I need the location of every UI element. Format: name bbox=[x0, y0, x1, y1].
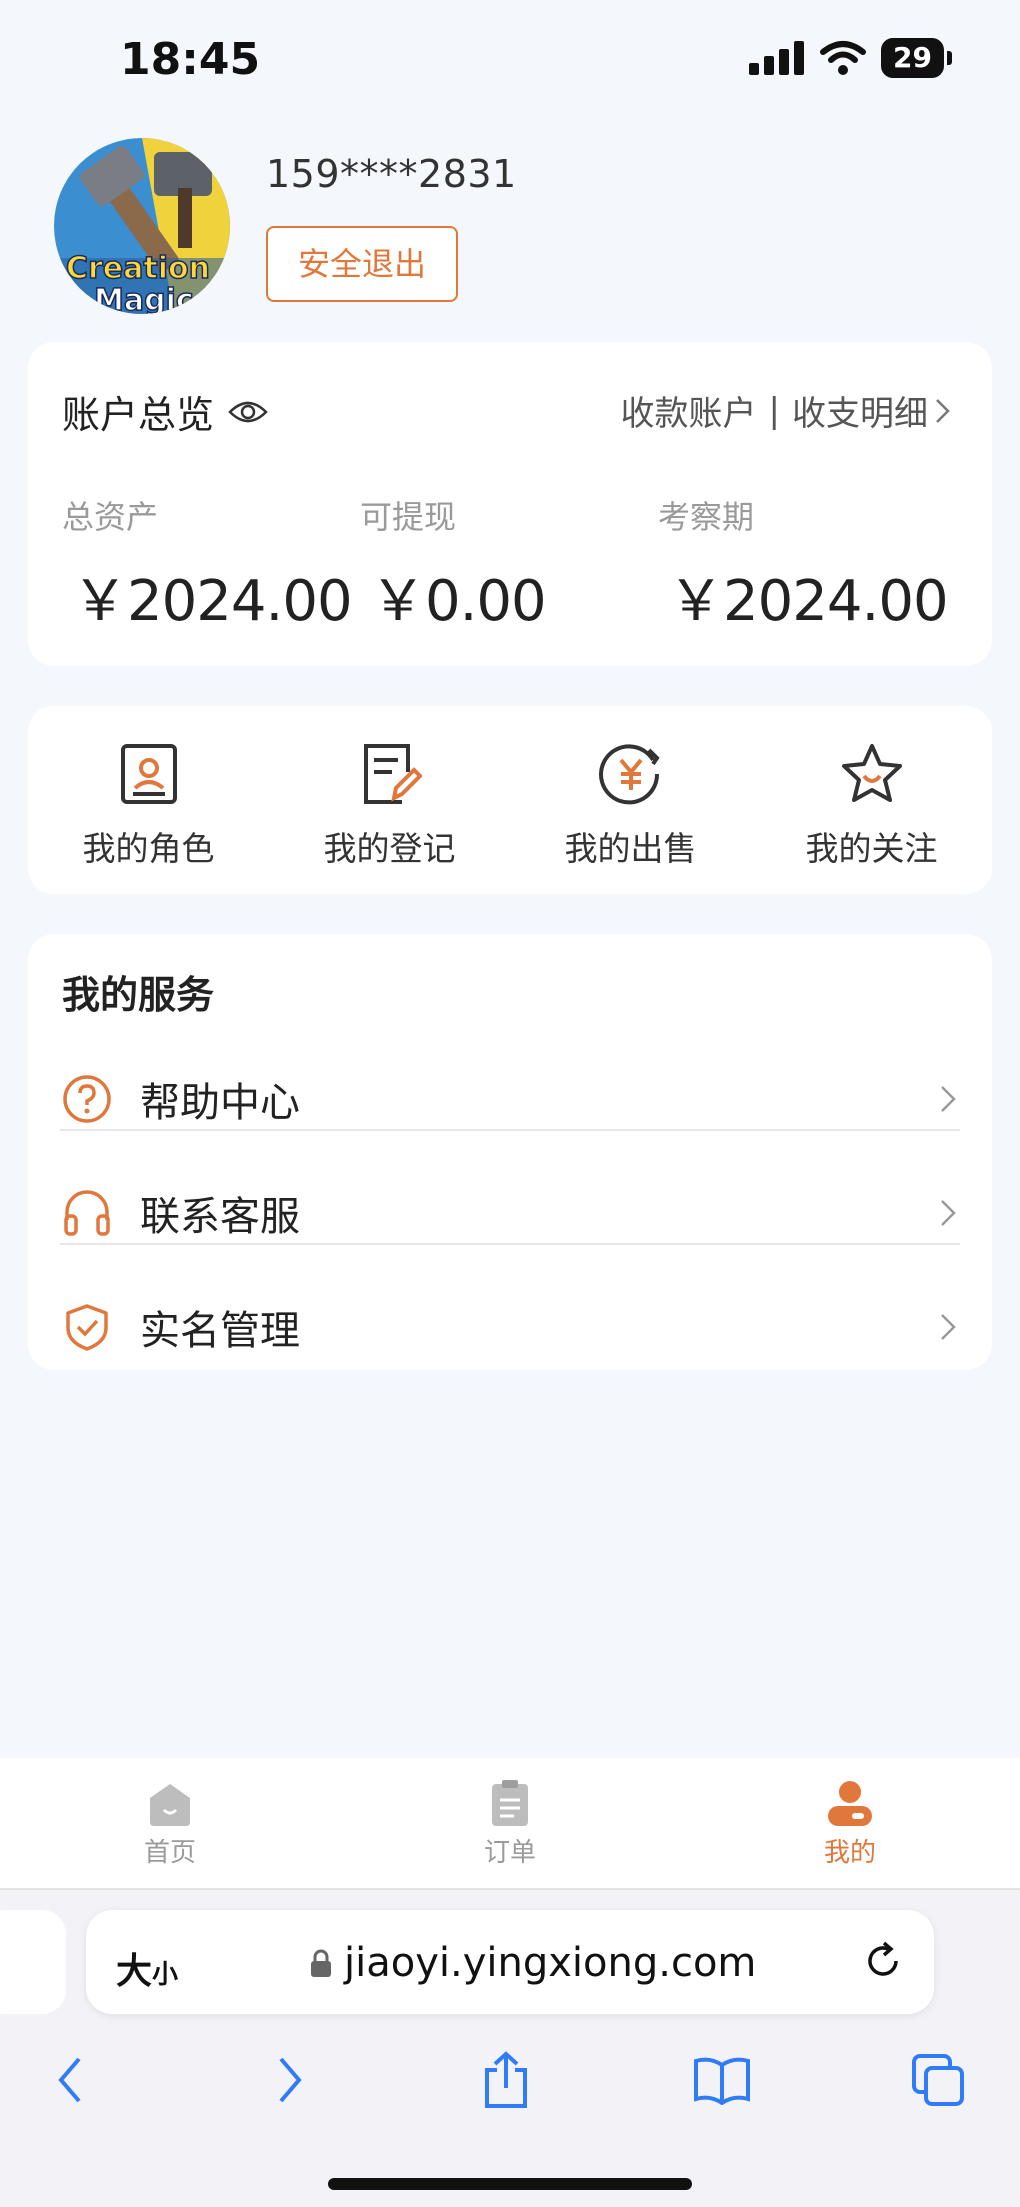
details-link[interactable]: 收支明细 bbox=[792, 386, 928, 435]
text-size-button[interactable]: 大小 bbox=[116, 1942, 178, 1994]
svg-text:Creation: Creation bbox=[66, 251, 210, 286]
account-overview-title: 账户总览 bbox=[62, 384, 268, 439]
receive-account-link[interactable]: 收款账户 bbox=[621, 386, 757, 435]
profile-header: Creation Magic 159****2831 安全退出 bbox=[54, 138, 974, 318]
status-time: 18:45 bbox=[120, 34, 261, 85]
text-size-big: 大 bbox=[116, 1951, 153, 1992]
status-bar: 18:45 29 bbox=[0, 0, 1020, 120]
home-indicator bbox=[328, 2178, 692, 2190]
forward-button[interactable] bbox=[250, 2040, 330, 2120]
profile-icon bbox=[828, 1781, 872, 1826]
browser-chrome: 大小 jiaoyi.yingxiong.com bbox=[0, 1890, 1020, 2207]
account-overview-label: 账户总览 bbox=[62, 393, 215, 437]
divider bbox=[60, 1129, 960, 1131]
tab-orders[interactable]: 订单 bbox=[340, 1758, 680, 1888]
tabs-icon bbox=[912, 2054, 964, 2106]
chevron-right-icon bbox=[279, 2057, 302, 2103]
total-assets-value: ￥2024.00 bbox=[72, 569, 353, 634]
chevron-right-icon bbox=[941, 1086, 956, 1112]
logout-button[interactable]: 安全退出 bbox=[266, 226, 458, 302]
book-icon bbox=[694, 2057, 750, 2105]
tab-label: 我的 bbox=[823, 1838, 876, 1868]
withdrawable: 可提现 ￥0.00 bbox=[360, 492, 547, 637]
status-icons: 29 bbox=[749, 38, 952, 78]
headset-icon bbox=[64, 1190, 110, 1236]
service-label: 实名管理 bbox=[140, 1308, 300, 1354]
url-display[interactable]: jiaoyi.yingxiong.com bbox=[310, 1940, 756, 1986]
text-size-small: 小 bbox=[152, 1960, 179, 1990]
link-separator: | bbox=[768, 390, 780, 431]
lock-icon bbox=[311, 1949, 331, 1977]
address-bar[interactable]: 大小 jiaoyi.yingxiong.com bbox=[86, 1910, 934, 2014]
previous-tab-preview[interactable] bbox=[0, 1910, 66, 2014]
tab-label: 首页 bbox=[143, 1838, 196, 1868]
review-period-value: ￥2024.00 bbox=[668, 569, 949, 634]
tab-profile[interactable]: 我的 bbox=[680, 1758, 1020, 1888]
review-period: 考察期 ￥2024.00 bbox=[658, 492, 949, 637]
url-text: jiaoyi.yingxiong.com bbox=[344, 1940, 757, 1986]
share-button[interactable] bbox=[466, 2040, 546, 2120]
service-contact-support[interactable]: 联系客服 bbox=[60, 1156, 960, 1270]
quick-item-register[interactable]: 我的登记 bbox=[269, 706, 510, 894]
quick-item-label: 我的出售 bbox=[564, 829, 697, 868]
account-overview-card: 账户总览 收款账户 | 收支明细 总资产 ￥2024.00 可提现 ￥0.00 … bbox=[28, 342, 992, 666]
withdrawable-label: 可提现 bbox=[360, 498, 457, 536]
quick-item-sale[interactable]: 我的出售 bbox=[510, 706, 751, 894]
services-title: 我的服务 bbox=[62, 973, 215, 1017]
services-card: 我的服务 帮助中心 联系客服 实名管理 bbox=[28, 934, 992, 1370]
shield-check-icon bbox=[66, 1304, 108, 1351]
service-label: 帮助中心 bbox=[140, 1080, 300, 1126]
eye-icon[interactable] bbox=[228, 398, 268, 426]
home-icon bbox=[150, 1784, 190, 1826]
cellular-signal-icon bbox=[749, 41, 805, 75]
quick-item-label: 我的登记 bbox=[323, 829, 456, 868]
wifi-icon bbox=[820, 41, 867, 75]
browser-toolbar bbox=[0, 2040, 1020, 2140]
tabs-button[interactable] bbox=[898, 2040, 978, 2120]
bottom-tab-bar: 首页 订单 我的 bbox=[0, 1758, 1020, 1890]
service-help-center[interactable]: 帮助中心 bbox=[60, 1042, 960, 1156]
service-real-name[interactable]: 实名管理 bbox=[60, 1270, 960, 1384]
divider bbox=[60, 1243, 960, 1245]
quick-item-role[interactable]: 我的角色 bbox=[28, 706, 269, 894]
role-icon bbox=[120, 744, 177, 804]
phone-number: 159****2831 bbox=[266, 152, 517, 196]
total-assets: 总资产 ￥2024.00 bbox=[62, 492, 353, 637]
favorite-star-icon bbox=[841, 744, 902, 802]
tab-label: 订单 bbox=[483, 1838, 536, 1868]
battery-indicator: 29 bbox=[881, 38, 952, 78]
withdrawable-value: ￥0.00 bbox=[370, 569, 547, 634]
quick-item-favorite[interactable]: 我的关注 bbox=[751, 706, 992, 894]
avatar[interactable]: Creation Magic bbox=[54, 138, 230, 314]
quick-item-label: 我的角色 bbox=[82, 829, 215, 868]
orders-icon bbox=[492, 1780, 528, 1826]
quick-actions-card: 我的角色 我的登记 我的出售 我的关注 bbox=[28, 706, 992, 894]
chevron-right-icon bbox=[936, 398, 950, 423]
share-icon bbox=[485, 2051, 527, 2108]
sale-icon bbox=[598, 744, 660, 805]
tab-home[interactable]: 首页 bbox=[0, 1758, 340, 1888]
quick-item-label: 我的关注 bbox=[805, 829, 938, 868]
register-icon bbox=[363, 744, 422, 804]
back-button[interactable] bbox=[30, 2040, 110, 2120]
total-assets-label: 总资产 bbox=[62, 498, 159, 536]
service-label: 联系客服 bbox=[140, 1194, 300, 1240]
bookmarks-button[interactable] bbox=[682, 2040, 762, 2120]
chevron-left-icon bbox=[58, 2057, 81, 2103]
chevron-right-icon bbox=[941, 1200, 956, 1226]
chevron-right-icon bbox=[941, 1314, 956, 1340]
reload-icon[interactable] bbox=[862, 1940, 904, 1982]
help-icon bbox=[63, 1075, 111, 1123]
account-links: 收款账户 | 收支明细 bbox=[621, 386, 952, 435]
svg-text:Magic: Magic bbox=[94, 283, 194, 314]
review-period-label: 考察期 bbox=[658, 498, 755, 536]
